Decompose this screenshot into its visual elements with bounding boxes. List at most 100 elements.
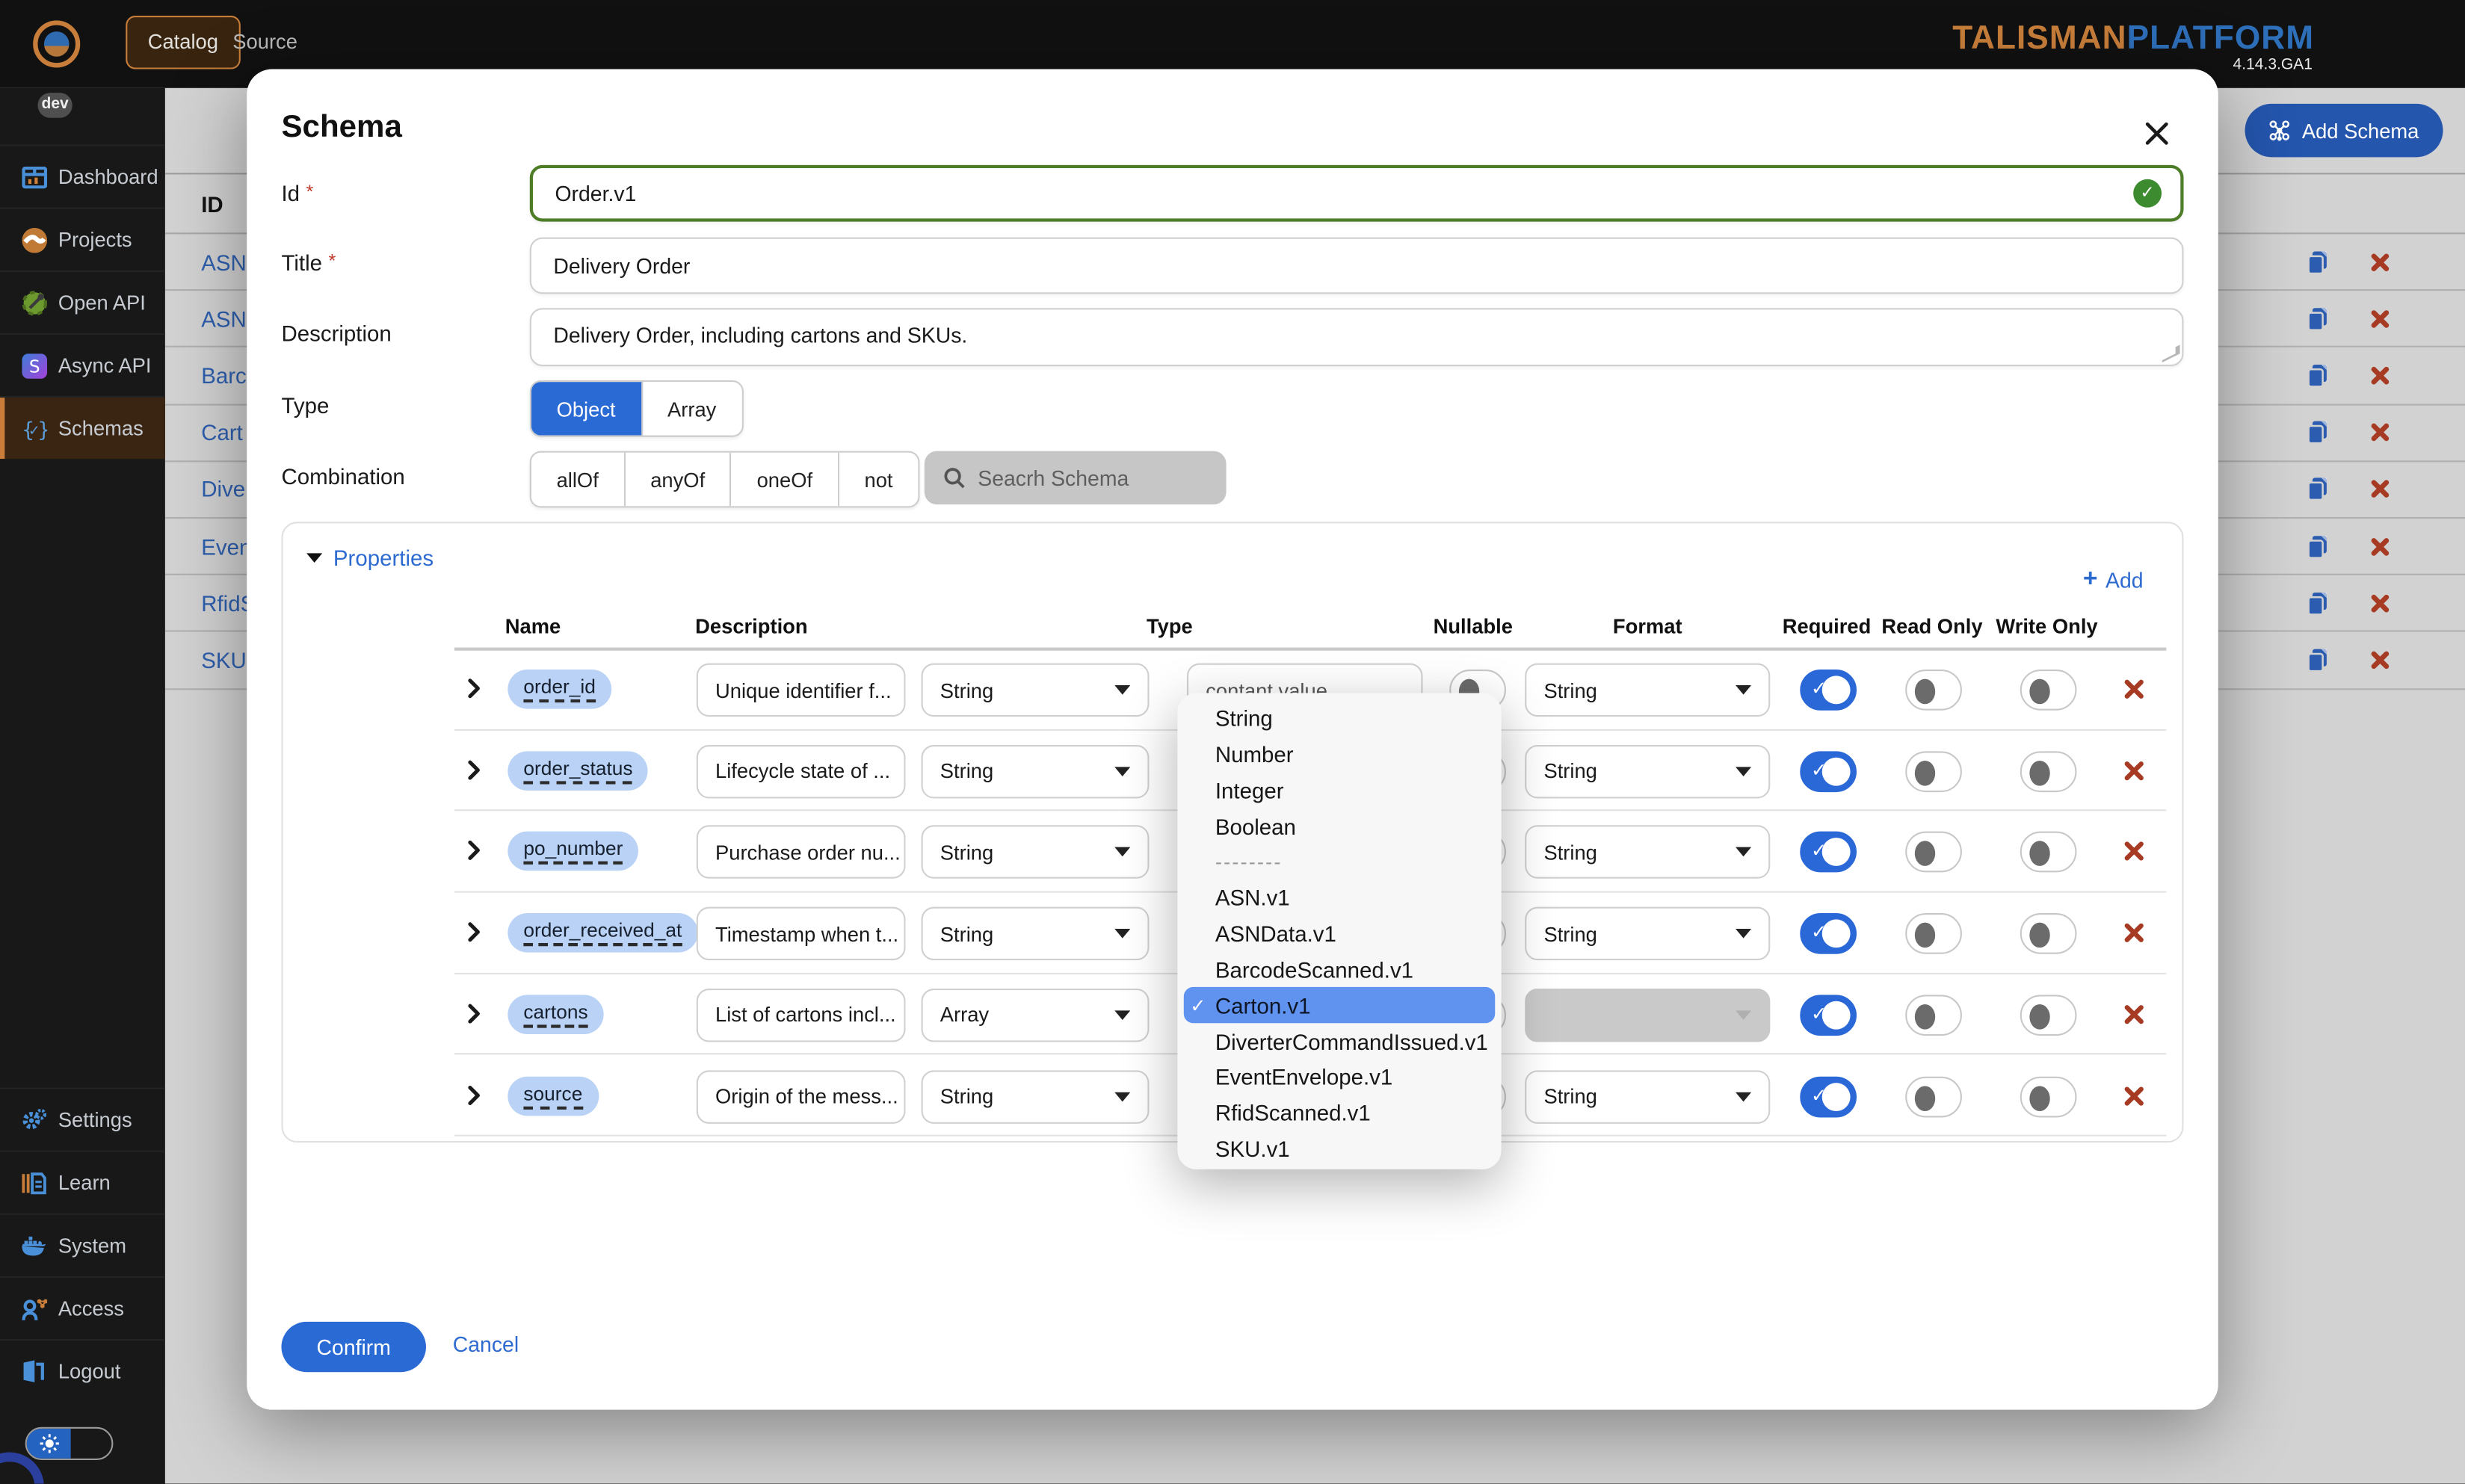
delete-icon[interactable] (2371, 593, 2390, 612)
dropdown-option[interactable]: ✓ ASN.v1 (1177, 880, 1501, 916)
delete-icon[interactable] (2371, 537, 2390, 555)
required-toggle[interactable]: ✓ (1800, 913, 1857, 954)
schema-id-link[interactable]: Even (201, 534, 251, 559)
delete-property-icon[interactable] (2124, 679, 2144, 699)
readonly-toggle[interactable]: ✓ (1905, 913, 1962, 954)
expand-chevron-icon[interactable] (467, 921, 481, 943)
property-format-select[interactable]: String (1525, 1069, 1770, 1123)
delete-property-icon[interactable] (2124, 1004, 2144, 1024)
dropdown-option[interactable]: ✓ DiverterCommandIssued.v1 (1177, 1024, 1501, 1060)
copy-icon[interactable] (2307, 306, 2330, 332)
schema-id-link[interactable]: ASN (201, 250, 247, 275)
expand-chevron-icon[interactable] (467, 840, 481, 862)
search-schema-input[interactable]: Seacrh Schema (925, 451, 1227, 505)
delete-icon[interactable] (2371, 366, 2390, 385)
properties-section-toggle[interactable]: Properties (306, 545, 434, 571)
copy-icon[interactable] (2307, 590, 2330, 616)
sidebar-item-learn[interactable]: Learn (0, 1151, 165, 1214)
property-format-select[interactable]: String (1525, 744, 1770, 798)
property-format-select[interactable]: String (1525, 664, 1770, 717)
delete-property-icon[interactable] (2124, 841, 2144, 862)
dropdown-option[interactable]: ✓ RfidScanned.v1 (1177, 1095, 1501, 1131)
property-description-input[interactable]: List of cartons incl... (697, 989, 906, 1042)
type-option-object[interactable]: Object (531, 382, 642, 436)
combination-allof[interactable]: allOf (531, 453, 626, 507)
schema-id-link[interactable]: ASN (201, 306, 247, 332)
property-format-select[interactable]: String (1525, 826, 1770, 879)
copy-icon[interactable] (2307, 250, 2330, 275)
expand-chevron-icon[interactable] (467, 678, 481, 699)
delete-icon[interactable] (2371, 651, 2390, 670)
type-option-array[interactable]: Array (642, 382, 741, 436)
sidebar-item-logout[interactable]: Logout (0, 1339, 165, 1402)
title-input[interactable]: Delivery Order (530, 238, 2184, 294)
delete-icon[interactable] (2371, 480, 2390, 498)
cancel-button[interactable]: Cancel (453, 1333, 519, 1357)
tab-source[interactable]: Source (211, 16, 320, 69)
dropdown-option[interactable]: ✓ -------- (1177, 844, 1501, 880)
delete-property-icon[interactable] (2124, 923, 2144, 943)
resize-handle[interactable] (2162, 344, 2180, 362)
readonly-toggle[interactable]: ✓ (1905, 670, 1962, 711)
property-name-pill[interactable]: source (508, 1076, 598, 1116)
property-format-select[interactable]: String (1525, 907, 1770, 961)
property-type-select[interactable]: String (922, 664, 1150, 717)
schema-id-link[interactable]: Dive (201, 477, 245, 502)
confirm-button[interactable]: Confirm (281, 1322, 426, 1372)
copy-icon[interactable] (2307, 363, 2330, 389)
readonly-toggle[interactable]: ✓ (1905, 1076, 1962, 1117)
required-toggle[interactable]: ✓ (1800, 995, 1857, 1036)
sidebar-item-open-api[interactable]: Open API (0, 270, 165, 333)
readonly-toggle[interactable]: ✓ (1905, 751, 1962, 792)
sidebar-item-async-api[interactable]: S Async API (0, 333, 165, 396)
property-type-select[interactable]: String (922, 744, 1150, 798)
property-type-select[interactable]: Array (922, 989, 1150, 1042)
dropdown-option[interactable]: ✓ Integer (1177, 773, 1501, 809)
property-description-input[interactable]: Timestamp when t... (697, 907, 906, 961)
close-icon[interactable] (2143, 120, 2171, 148)
copy-icon[interactable] (2307, 647, 2330, 673)
required-toggle[interactable]: ✓ (1800, 751, 1857, 792)
property-description-input[interactable]: Lifecycle state of ... (697, 744, 906, 798)
dropdown-option[interactable]: ✓ ASNData.v1 (1177, 916, 1501, 952)
copy-icon[interactable] (2307, 420, 2330, 445)
copy-icon[interactable] (2307, 534, 2330, 559)
dropdown-option[interactable]: ✓ Carton.v1 (1184, 988, 1495, 1024)
sidebar-item-projects[interactable]: Projects (0, 208, 165, 270)
combination-oneof[interactable]: oneOf (732, 453, 839, 507)
property-format-select[interactable] (1525, 989, 1770, 1042)
theme-toggle[interactable] (25, 1427, 114, 1460)
required-toggle[interactable]: ✓ (1800, 832, 1857, 873)
dropdown-option[interactable]: ✓ Number (1177, 737, 1501, 773)
delete-icon[interactable] (2371, 253, 2390, 271)
sidebar-item-access[interactable]: Access (0, 1276, 165, 1339)
property-name-pill[interactable]: order_status (508, 751, 648, 791)
required-toggle[interactable]: ✓ (1800, 670, 1857, 711)
writeonly-toggle[interactable]: ✓ (2020, 832, 2077, 873)
property-type-select[interactable]: String (922, 826, 1150, 879)
sidebar-item-dashboard[interactable]: Dashboard (0, 145, 165, 208)
writeonly-toggle[interactable]: ✓ (2020, 913, 2077, 954)
property-type-select[interactable]: String (922, 1069, 1150, 1123)
dropdown-option[interactable]: ✓ SKU.v1 (1177, 1131, 1501, 1166)
property-name-pill[interactable]: po_number (508, 832, 638, 871)
combination-not[interactable]: not (839, 453, 918, 507)
writeonly-toggle[interactable]: ✓ (2020, 670, 2077, 711)
readonly-toggle[interactable]: ✓ (1905, 832, 1962, 873)
property-name-pill[interactable]: cartons (508, 995, 603, 1034)
description-input[interactable]: Delivery Order, including cartons and SK… (530, 308, 2184, 366)
expand-chevron-icon[interactable] (467, 1002, 481, 1024)
required-toggle[interactable]: ✓ (1800, 1076, 1857, 1117)
delete-property-icon[interactable] (2124, 760, 2144, 780)
property-type-select[interactable]: String (922, 907, 1150, 961)
property-description-input[interactable]: Origin of the mess... (697, 1069, 906, 1123)
delete-icon[interactable] (2371, 309, 2390, 328)
dropdown-option[interactable]: ✓ EventEnvelope.v1 (1177, 1060, 1501, 1095)
property-name-pill[interactable]: order_received_at (508, 913, 697, 953)
schema-id-link[interactable]: SKU. (201, 647, 253, 673)
expand-chevron-icon[interactable] (467, 1083, 481, 1105)
add-property-button[interactable]: + Add (2083, 566, 2144, 594)
readonly-toggle[interactable]: ✓ (1905, 995, 1962, 1036)
combination-anyof[interactable]: anyOf (626, 453, 732, 507)
sidebar-item-system[interactable]: System (0, 1214, 165, 1276)
